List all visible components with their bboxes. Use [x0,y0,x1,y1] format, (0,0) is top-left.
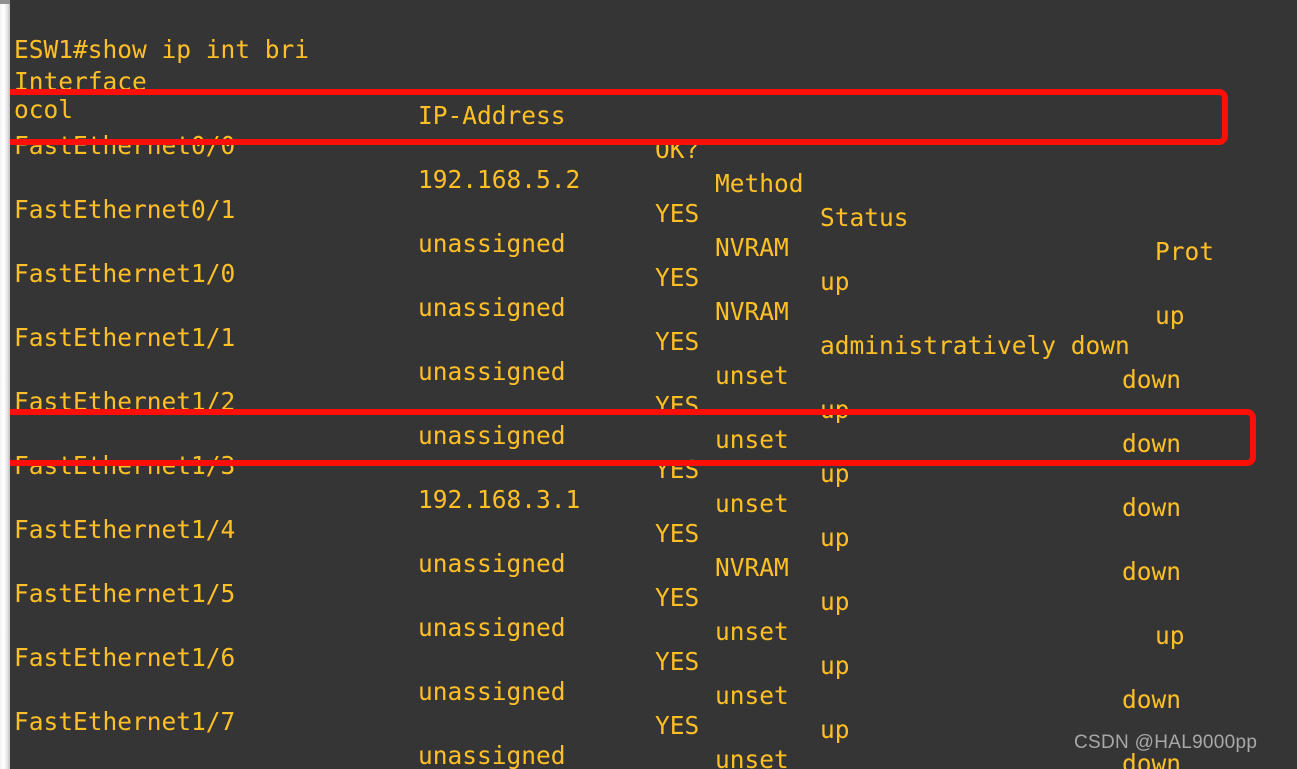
table-row: FastEthernet1/6 unassigned YES unset up … [10,607,789,769]
table-row: FastEthernet1/5 unassigned YES unset up … [10,543,1181,769]
cell-method: NVRAM [715,297,789,326]
cell-interface: FastEthernet1/0 [14,259,236,288]
cell-protocol: down [1122,557,1182,586]
cell-interface: FastEthernet0/1 [14,195,236,224]
cell-ip-address: unassigned [418,549,566,578]
cell-method: unset [715,745,789,769]
cell-ok: YES [655,327,700,356]
cell-interface: FastEthernet1/2 [14,387,236,416]
cell-method: unset [715,489,789,518]
cell-ok: YES [655,519,700,548]
cell-ok: YES [655,263,700,292]
cell-protocol: up [1155,301,1185,330]
table-row: FastEthernet1/7 unassigned YES unset up … [10,671,566,769]
column-header-method: Method [715,169,804,198]
cell-protocol: down [1122,493,1182,522]
window-left-scroll-gutter[interactable] [0,0,10,769]
cell-interface: FastEthernet1/4 [14,515,236,544]
cell-status: up [820,715,850,744]
cell-status: up [820,459,850,488]
cell-protocol: down [1122,365,1182,394]
cell-status: administratively down [820,331,1130,360]
table-row: FastEthernet1/8 unassigned YES unset up … [10,735,99,769]
column-header-ok: OK? [655,135,700,164]
cell-interface: FastEthernet1/1 [14,323,236,352]
terminal-output-area[interactable]: ESW1#show ip int bri Interface IP-Addres… [10,0,1297,769]
cell-interface: FastEthernet1/7 [14,707,236,736]
cell-ok: YES [655,199,700,228]
cell-ok: YES [655,455,700,484]
cell-status: up [820,267,850,296]
cell-ip-address: unassigned [418,613,566,642]
cell-method: NVRAM [715,553,789,582]
cell-interface: FastEthernet0/0 [14,131,236,160]
cell-ip-address: 192.168.5.2 [418,165,581,194]
cell-ip-address: unassigned [418,357,566,386]
cell-ip-address: unassigned [418,421,566,450]
cell-ok: YES [655,711,700,740]
cell-protocol: down [1122,429,1182,458]
column-header-protocol: Prot [1155,237,1215,266]
cell-interface: FastEthernet1/5 [14,579,236,608]
cell-ok: YES [655,647,700,676]
cell-ok: YES [655,391,700,420]
scrollbar-top-cap [0,0,10,4]
cell-protocol: down [1122,685,1182,714]
cell-status: up [820,395,850,424]
table-row: FastEthernet1/3 192.168.3.1 YES NVRAM up… [10,415,1185,650]
cell-ip-address: unassigned [418,741,566,769]
prompt-line: ESW1#show ip int bri [10,0,309,64]
cell-method: unset [715,681,789,710]
column-header-status: Status [820,203,909,232]
table-row: FastEthernet1/1 unassigned YES unset up … [10,287,1181,522]
cell-interface: FastEthernet1/3 [14,451,236,480]
watermark-text: CSDN @HAL9000pp [1074,732,1258,753]
table-row: FastEthernet1/2 unassigned YES unset up … [10,351,1181,586]
column-header-ip-address: IP-Address [418,101,566,130]
cell-protocol: up [1155,621,1185,650]
cell-method: unset [715,617,789,646]
table-row: FastEthernet1/0 unassigned YES unset up … [10,223,1181,458]
table-row: FastEthernet1/4 unassigned YES unset up … [10,479,1181,714]
terminal-window: ESW1#show ip int bri Interface IP-Addres… [0,0,1297,769]
cell-interface: FastEthernet1/6 [14,643,236,672]
cell-ip-address: 192.168.3.1 [418,485,581,514]
cell-status: up [820,651,850,680]
cell-ip-address: unassigned [418,293,566,322]
table-header-wrap-row: ocol [10,59,99,124]
cell-status: up [820,523,850,552]
table-row: FastEthernet0/1 unassigned YES NVRAM adm… [10,159,1181,394]
cell-method: NVRAM [715,233,789,262]
cell-ip-address: unassigned [418,229,566,258]
table-row: FastEthernet0/0 192.168.5.2 YES NVRAM up… [10,95,1185,330]
cell-ok: YES [655,583,700,612]
cell-status: up [820,587,850,616]
cell-method: unset [715,361,789,390]
cell-ip-address: unassigned [418,677,566,706]
cell-method: unset [715,425,789,454]
